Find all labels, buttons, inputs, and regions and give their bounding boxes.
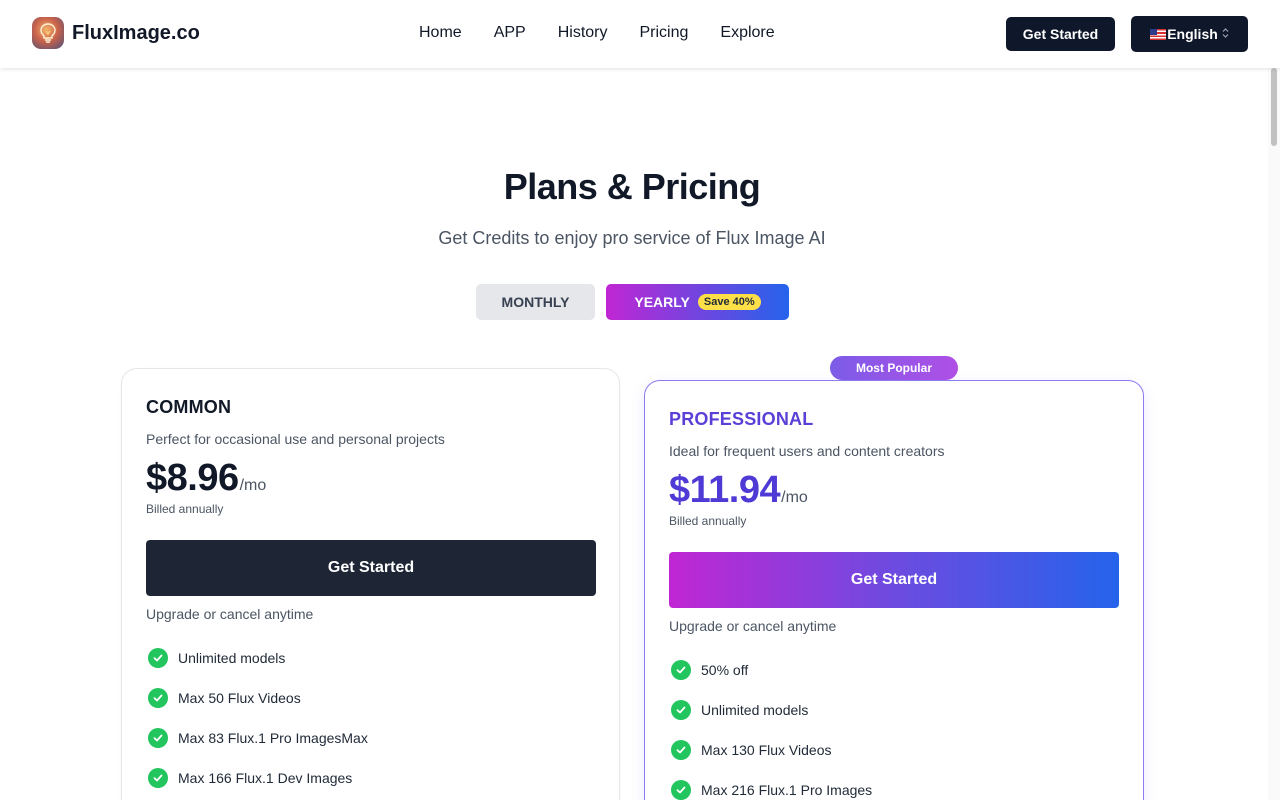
check-circle-icon [671, 660, 691, 680]
feature-list: Unlimited models Max 50 Flux Videos Max … [146, 638, 596, 798]
us-flag-icon [1150, 28, 1167, 40]
chevron-updown-icon [1222, 28, 1229, 40]
feature-item: Max 216 Flux.1 Pro Images [669, 770, 1119, 800]
main-nav: Home APP History Pricing Explore [419, 24, 775, 42]
billing-toggle-yearly[interactable]: YEARLY Save 40% [606, 284, 789, 320]
price-row: $8.96 /mo [146, 457, 596, 500]
billing-toggle-monthly[interactable]: MONTHLY [476, 284, 595, 320]
cancel-note: Upgrade or cancel anytime [146, 606, 314, 622]
most-popular-badge: Most Popular [830, 356, 958, 380]
language-label: English [1167, 26, 1218, 42]
plan-price: $11.94 [669, 469, 781, 511]
feature-list: 50% off Unlimited models Max 130 Flux Vi… [669, 650, 1119, 800]
nav-explore[interactable]: Explore [720, 24, 774, 42]
top-navbar: FluxImage.co Home APP History Pricing Ex… [0, 0, 1280, 68]
save-badge: Save 40% [697, 294, 761, 310]
check-circle-icon [148, 688, 168, 708]
feature-text: Unlimited models [178, 650, 286, 666]
cancel-note: Upgrade or cancel anytime [669, 618, 837, 634]
check-circle-icon [148, 768, 168, 788]
feature-item: Max 130 Flux Videos [669, 730, 1119, 770]
check-circle-icon [671, 740, 691, 760]
billing-note: Billed annually [146, 502, 224, 516]
plan-description: Perfect for occasional use and personal … [146, 431, 445, 447]
feature-text: Max 130 Flux Videos [701, 742, 832, 758]
feature-item: Unlimited models [146, 638, 596, 678]
scrollbar-thumb[interactable] [1271, 68, 1277, 146]
plan-description: Ideal for frequent users and content cre… [669, 443, 945, 459]
check-circle-icon [671, 700, 691, 720]
price-period: /mo [239, 477, 267, 494]
nav-pricing[interactable]: Pricing [639, 24, 688, 42]
feature-item: 50% off [669, 650, 1119, 690]
lightbulb-icon [32, 17, 64, 49]
plan-name: PROFESSIONAL [669, 409, 814, 429]
plan-card-common: COMMON Perfect for occasional use and pe… [121, 368, 620, 800]
nav-history[interactable]: History [558, 24, 608, 42]
feature-item: Unlimited models [669, 690, 1119, 730]
feature-item: Max 50 Flux Videos [146, 678, 596, 718]
feature-item: Max 83 Flux.1 Pro ImagesMax [146, 718, 596, 758]
plan-name: COMMON [146, 397, 232, 417]
price-period: /mo [781, 489, 808, 506]
page-scrollbar[interactable] [1268, 68, 1280, 800]
brand-logo[interactable]: FluxImage.co [32, 17, 200, 49]
feature-text: Max 166 Flux.1 Dev Images [178, 770, 353, 786]
page-subtitle: Get Credits to enjoy pro service of Flux… [438, 228, 826, 248]
feature-text: Max 50 Flux Videos [178, 690, 301, 706]
nav-home[interactable]: Home [419, 24, 462, 42]
check-circle-icon [148, 648, 168, 668]
feature-item: Max 166 Flux.1 Dev Images [146, 758, 596, 798]
plan-price: $8.96 [146, 457, 239, 499]
yearly-label: YEARLY [634, 294, 690, 310]
feature-text: 50% off [701, 662, 749, 678]
billing-note: Billed annually [669, 514, 747, 528]
common-get-started-button[interactable]: Get Started [146, 540, 596, 596]
nav-app[interactable]: APP [494, 24, 526, 42]
check-circle-icon [671, 780, 691, 800]
header-get-started-button[interactable]: Get Started [1006, 17, 1115, 51]
feature-text: Max 83 Flux.1 Pro ImagesMax [178, 730, 368, 746]
brand-name: FluxImage.co [72, 21, 200, 44]
feature-text: Max 216 Flux.1 Pro Images [701, 782, 873, 798]
feature-text: Unlimited models [701, 702, 809, 718]
language-select[interactable]: English [1131, 16, 1248, 52]
plan-card-professional: PROFESSIONAL Ideal for frequent users an… [644, 380, 1144, 800]
check-circle-icon [148, 728, 168, 748]
page-title: Plans & Pricing [503, 166, 761, 207]
professional-get-started-button[interactable]: Get Started [669, 552, 1119, 608]
price-row: $11.94 /mo [669, 469, 1119, 512]
